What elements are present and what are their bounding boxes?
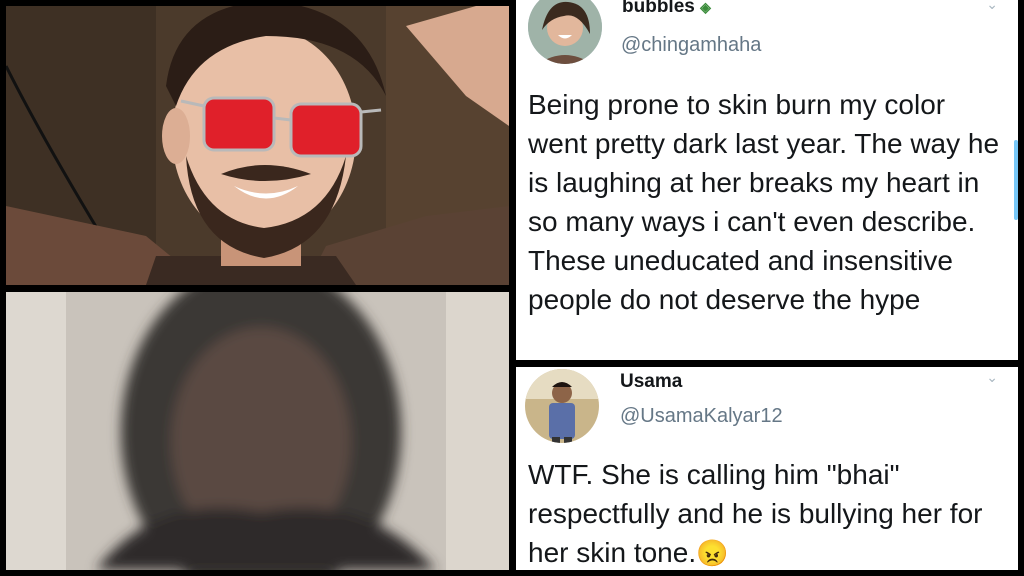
photo-man-red-sunglasses <box>6 6 509 285</box>
tag-emoji-icon: ◈ <box>700 0 711 15</box>
tweet-2-text-block: WTF. She is calling him "bhai" respectfu… <box>528 455 998 570</box>
tweet-2-handle[interactable]: @UsamaKalyar12 <box>620 405 783 428</box>
tweet-card-2: Usama ⌄ @UsamaKalyar12 WTF. She is calli… <box>516 367 1018 570</box>
chevron-down-icon[interactable]: ⌄ <box>986 369 998 386</box>
tweet-1-handle[interactable]: @chingamhaha <box>621 34 761 57</box>
photo-man-illustration <box>6 6 509 285</box>
chevron-down-icon[interactable]: ⌄ <box>986 0 998 13</box>
avatar-man-standing-icon[interactable] <box>525 369 599 443</box>
photo-hooded-figure <box>6 292 509 570</box>
tweet-2-display-name: Usama <box>620 371 683 392</box>
angry-face-icon: 😠 <box>696 538 729 568</box>
scrollbar[interactable] <box>1014 140 1018 220</box>
avatar-woman-smiling-icon[interactable] <box>528 0 602 64</box>
tweet-1-display-name: bubbles <box>622 0 695 17</box>
tweet-card-1: bubbles ◈ ⌄ @chingamhaha Being prone to … <box>516 0 1018 360</box>
tweet-1-text: Being prone to skin burn my color went p… <box>528 89 1000 315</box>
photo-hooded-illustration <box>6 292 509 570</box>
tweet-2-text: WTF. She is calling him "bhai" respectfu… <box>528 459 983 568</box>
